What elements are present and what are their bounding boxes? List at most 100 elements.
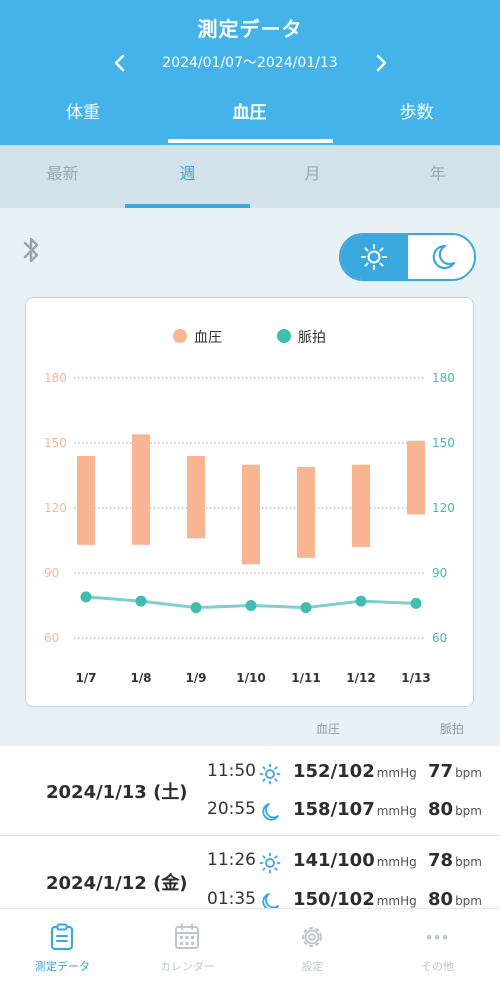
x-tick-label: 1/7 bbox=[75, 671, 96, 685]
pulse-unit: bpm bbox=[455, 894, 482, 908]
period-year[interactable]: 年 bbox=[375, 145, 500, 208]
tab-weight[interactable]: 体重 bbox=[0, 98, 166, 145]
nav-label: 設定 bbox=[301, 960, 324, 973]
nav-settings[interactable]: 設定 bbox=[250, 909, 375, 1006]
clipboard-icon bbox=[50, 923, 74, 951]
sun-icon bbox=[361, 244, 387, 270]
bp-value: 141/100 bbox=[293, 850, 375, 871]
bp-unit: mmHg bbox=[376, 855, 417, 869]
page-title: 測定データ bbox=[197, 17, 303, 41]
pulse-value: 77 bbox=[428, 761, 454, 782]
record-entry[interactable]: 20:55 158/107 mmHg 80 bpm bbox=[0, 799, 500, 829]
period-week[interactable]: 週 bbox=[125, 145, 250, 208]
bp-bar bbox=[352, 464, 370, 547]
x-tick-label: 1/11 bbox=[291, 671, 320, 685]
tab-blood-pressure[interactable]: 血圧 bbox=[166, 98, 333, 145]
bp-bar bbox=[132, 434, 150, 545]
day-toggle-button[interactable] bbox=[341, 235, 408, 279]
calendar-icon bbox=[175, 923, 199, 949]
pulse-column-label: 脈拍 bbox=[440, 722, 465, 736]
pulse-point bbox=[190, 602, 202, 614]
record-time: 01:35 bbox=[207, 889, 256, 908]
records-list: 2024/1/13 (土) 11:50 152/102 mmHg 77 bpm 20… bbox=[0, 746, 500, 908]
period-month[interactable]: 月 bbox=[250, 145, 375, 208]
bp-unit: mmHg bbox=[376, 894, 417, 908]
bp-bar bbox=[297, 466, 315, 558]
bottom-nav: 測定データ カレンダー 設定 その他 bbox=[0, 908, 500, 1006]
record-time: 11:50 bbox=[207, 761, 256, 781]
bp-value: 152/102 bbox=[293, 761, 375, 782]
bp-bar bbox=[187, 456, 205, 539]
nav-measurements[interactable]: 測定データ bbox=[0, 909, 125, 1006]
night-toggle-button[interactable] bbox=[409, 235, 474, 279]
active-tab-indicator bbox=[168, 139, 333, 143]
header: 測定データ 2024/01/07〜2024/01/13 体重 血圧 歩数 bbox=[0, 0, 500, 145]
chevron-right-icon[interactable] bbox=[366, 48, 396, 78]
x-tick-label: 1/9 bbox=[185, 671, 206, 685]
legend-swatch-pulse bbox=[277, 329, 291, 343]
blood-pressure-chart: 血圧 脈拍 60 60 90 90 120 120 150 150 180 180 1/7 1/8 1/9 1… bbox=[44, 329, 455, 685]
x-tick-label: 1/12 bbox=[346, 671, 375, 685]
pulse-value: 78 bbox=[428, 850, 454, 871]
bp-value-group: 152/102 mmHg bbox=[293, 761, 417, 782]
moon-icon bbox=[262, 893, 279, 908]
y-tick-label-right: 120 bbox=[432, 501, 455, 515]
bp-unit: mmHg bbox=[376, 766, 417, 780]
legend-label-pulse: 脈拍 bbox=[298, 330, 326, 346]
y-tick-label-right: 60 bbox=[432, 631, 447, 645]
legend-label-bp: 血圧 bbox=[194, 330, 222, 346]
list-item[interactable]: 2024/1/12 (金) 11:26 141/100 mmHg 78 bpm 01… bbox=[0, 837, 500, 908]
bp-bar bbox=[242, 464, 260, 565]
date-range: 2024/01/07〜2024/01/13 bbox=[162, 55, 338, 71]
record-time: 11:26 bbox=[207, 850, 256, 870]
y-tick-label-left: 120 bbox=[44, 501, 67, 515]
y-tick-label-left: 150 bbox=[44, 436, 67, 450]
pulse-value: 80 bbox=[428, 889, 454, 908]
pulse-point bbox=[245, 600, 257, 611]
pulse-unit: bpm bbox=[455, 804, 482, 818]
more-icon bbox=[426, 934, 448, 940]
pulse-value-group: 78 bpm bbox=[428, 850, 482, 871]
active-period-indicator bbox=[125, 204, 250, 208]
pulse-unit: bpm bbox=[455, 855, 482, 869]
x-tick-label: 1/13 bbox=[401, 671, 430, 685]
nav-label: その他 bbox=[421, 960, 454, 973]
pulse-point bbox=[355, 595, 367, 607]
legend-swatch-bp bbox=[173, 329, 187, 343]
record-entry[interactable]: 01:35 150/102 mmHg 80 bpm bbox=[0, 889, 500, 908]
pulse-point bbox=[135, 595, 147, 607]
bp-value: 158/107 bbox=[293, 799, 375, 820]
bp-value-group: 158/107 mmHg bbox=[293, 799, 417, 820]
list-column-labels: 血圧 脈拍 bbox=[0, 720, 500, 740]
record-entry[interactable]: 11:26 141/100 mmHg 78 bpm bbox=[0, 850, 500, 880]
bluetooth-icon[interactable] bbox=[20, 234, 42, 266]
list-item[interactable]: 2024/1/13 (土) 11:50 152/102 mmHg 77 bpm 20… bbox=[0, 746, 500, 836]
x-tick-label: 1/8 bbox=[130, 671, 151, 685]
day-night-toggle bbox=[339, 233, 476, 281]
record-entry[interactable]: 11:50 152/102 mmHg 77 bpm bbox=[0, 761, 500, 791]
bp-value: 150/102 bbox=[293, 889, 375, 908]
pulse-value: 80 bbox=[428, 799, 454, 820]
pulse-point bbox=[300, 602, 312, 614]
moon-icon bbox=[262, 803, 279, 821]
period-latest[interactable]: 最新 bbox=[0, 145, 125, 208]
nav-calendar[interactable]: カレンダー bbox=[125, 909, 250, 1006]
y-tick-label-left: 90 bbox=[44, 566, 59, 580]
nav-label: 測定データ bbox=[35, 960, 90, 973]
bp-bar bbox=[407, 440, 425, 515]
moon-icon bbox=[432, 244, 456, 270]
tab-steps[interactable]: 歩数 bbox=[333, 98, 500, 145]
bp-column-label: 血圧 bbox=[316, 722, 341, 736]
chart-card: 血圧 脈拍 60 60 90 90 120 120 150 150 180 180 1/7 1/8 1/9 1… bbox=[25, 297, 474, 707]
nav-label: カレンダー bbox=[160, 960, 215, 973]
record-time: 20:55 bbox=[207, 799, 256, 819]
pulse-point bbox=[80, 591, 92, 603]
y-tick-label-right: 90 bbox=[432, 566, 447, 580]
y-tick-label-left: 60 bbox=[44, 631, 59, 645]
bp-bar bbox=[77, 456, 95, 545]
pulse-point bbox=[410, 597, 422, 609]
y-tick-label-left: 180 bbox=[44, 371, 67, 385]
sun-icon bbox=[259, 763, 281, 785]
pulse-unit: bpm bbox=[455, 766, 482, 780]
nav-more[interactable]: その他 bbox=[375, 909, 500, 1006]
